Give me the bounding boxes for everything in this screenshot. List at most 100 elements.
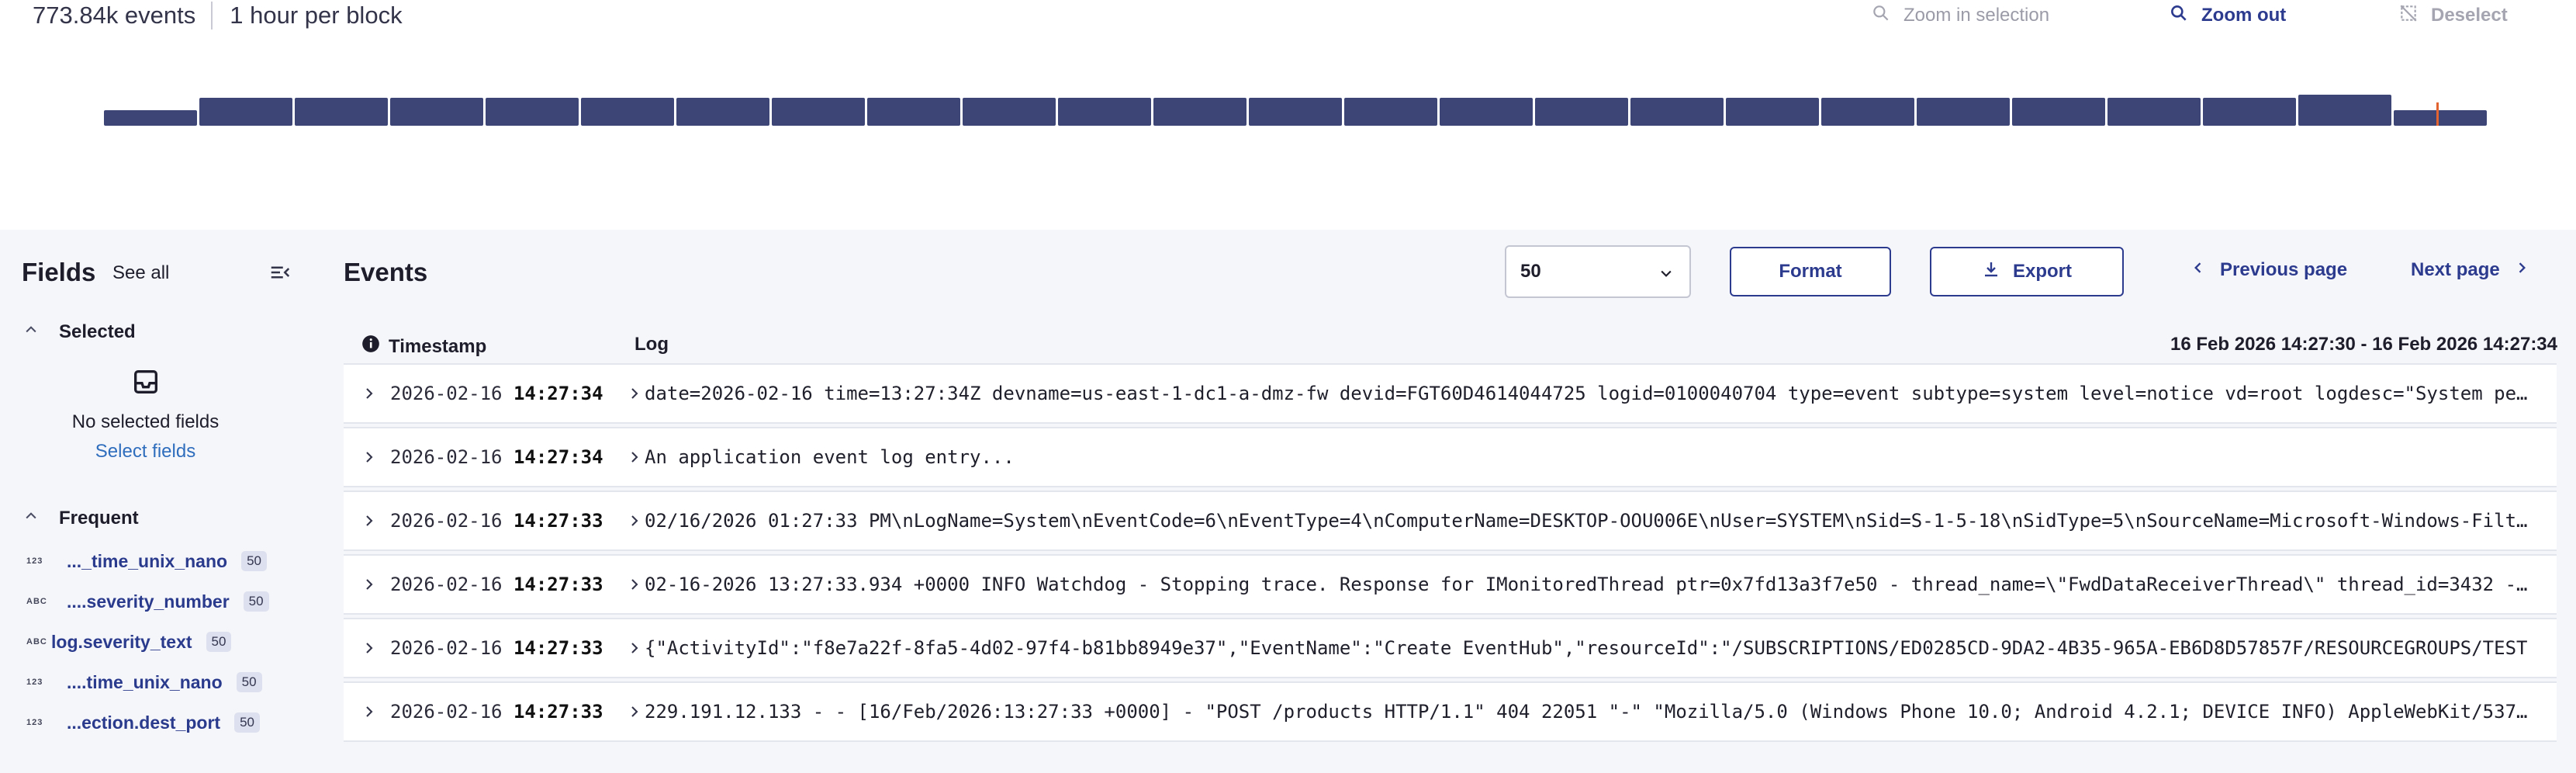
fields-sidebar: Fields See all Selected No selected fiel… [0,230,310,773]
export-label: Export [2012,261,2072,282]
field-name: ..._time_unix_nano [67,550,228,571]
no-selected-fields-text: No selected fields [71,411,220,432]
event-timestamp: 2026-02-16 14:27:34 [381,383,624,404]
event-row[interactable]: 2026-02-16 14:27:34 An application event … [344,427,2557,487]
histogram-block[interactable] [772,98,865,126]
histogram-block[interactable] [2394,110,2487,126]
export-button[interactable]: Export [1930,247,2124,296]
histogram-block[interactable] [867,98,960,126]
expand-row-icon[interactable] [344,641,381,655]
summary-divider [211,2,213,29]
histogram-block[interactable] [486,98,579,126]
field-count-badge: 50 [236,672,262,692]
event-row[interactable]: 2026-02-16 14:27:33 02-16-2026 13:27:33.9… [344,554,2557,615]
zoom-out-button[interactable]: Zoom out [2169,2,2286,29]
event-row[interactable]: 2026-02-16 14:27:33 02/16/2026 01:27:33 P… [344,490,2557,551]
see-all-link[interactable]: See all [112,262,169,284]
event-row[interactable]: 2026-02-16 14:27:33 {"ActivityId":"f8e7a2… [344,618,2557,678]
field-name: ....severity_number [67,591,230,612]
expand-log-icon[interactable] [624,577,645,591]
histogram-cursor [2436,102,2439,126]
next-page-label: Next page [2411,259,2500,280]
histogram-block[interactable] [1344,98,1437,126]
frequent-section-toggle[interactable]: Frequent [23,508,139,529]
event-log-text: 02/16/2026 01:27:33 PM\nLogName=System\n… [645,510,2539,532]
format-label: Format [1779,261,1842,282]
event-log-text: 02-16-2026 13:27:33.934 +0000 INFO Watch… [645,574,2557,595]
page-size-select[interactable]: 50 [1505,245,1691,298]
field-name: ....time_unix_nano [67,671,223,692]
histogram-block[interactable] [104,110,197,126]
histogram-block[interactable] [1821,98,1914,126]
event-log-text: date=2026-02-16 time=13:27:34Z devname=u… [645,383,2557,404]
field-name: ...ection.dest_port [67,712,221,733]
expand-log-icon[interactable] [624,641,645,655]
timestamp-column-header[interactable]: Timestamp [361,334,486,359]
histogram-block[interactable] [2107,98,2201,126]
expand-log-icon[interactable] [624,514,645,528]
field-item[interactable]: 123 ..._time_unix_nano 50 [26,548,267,574]
zoom-in-label: Zoom in selection [1903,5,2050,26]
histogram-block[interactable] [581,98,674,126]
next-page-button[interactable]: Next page [2411,259,2529,281]
histogram-block[interactable] [1249,98,1342,126]
field-item[interactable]: ABC ....severity_number 50 [26,588,269,615]
deselect-label: Deselect [2431,5,2508,26]
histogram-panel: 773.84k events 1 hour per block Zoom in … [0,0,2576,230]
expand-row-icon[interactable] [344,577,381,591]
expand-row-icon[interactable] [344,450,381,464]
selected-section-toggle[interactable]: Selected [23,321,136,343]
field-type-badge: ABC [26,597,47,606]
histogram-block[interactable] [1726,98,1819,126]
chevron-up-icon [23,321,39,343]
histogram-block[interactable] [390,98,483,126]
event-timestamp: 2026-02-16 14:27:33 [381,701,624,723]
field-type-badge: 123 [26,678,43,687]
histogram-block[interactable] [199,98,292,126]
expand-log-icon[interactable] [624,705,645,719]
field-item[interactable]: 123 ...ection.dest_port 50 [26,709,261,736]
previous-page-button[interactable]: Previous page [2190,259,2347,281]
expand-log-icon[interactable] [624,386,645,400]
expand-row-icon[interactable] [344,514,381,528]
zoom-out-label: Zoom out [2201,5,2287,26]
event-row[interactable]: 2026-02-16 14:27:34 date=2026-02-16 time=… [344,363,2557,424]
time-range: 16 Feb 2026 14:27:30 - 16 Feb 2026 14:27… [2170,334,2557,355]
format-button[interactable]: Format [1730,247,1891,296]
histogram-block[interactable] [1535,98,1628,126]
histogram-block[interactable] [2012,98,2105,126]
field-count-badge: 50 [234,712,261,733]
event-timestamp: 2026-02-16 14:27:33 [381,637,624,659]
event-date: 2026-02-16 [390,510,503,532]
event-time: 14:27:34 [513,383,603,404]
field-item[interactable]: ABC log.severity_text 50 [26,629,232,655]
frequent-section-label: Frequent [59,508,139,529]
expand-log-icon[interactable] [624,450,645,464]
deselect-button[interactable]: Deselect [2398,2,2508,29]
expand-row-icon[interactable] [344,386,381,400]
histogram-block[interactable] [1630,98,1724,126]
histogram-block[interactable] [2298,95,2391,126]
histogram-block[interactable] [963,98,1056,126]
histogram-block[interactable] [676,98,769,126]
histogram-block[interactable] [2203,98,2296,126]
field-item[interactable]: 123 ....time_unix_nano 50 [26,669,262,695]
event-log-text: An application event log entry... [645,446,1015,468]
histogram-block[interactable] [1440,98,1533,126]
histogram-block[interactable] [1153,98,1247,126]
event-timestamp: 2026-02-16 14:27:33 [381,510,624,532]
histogram-block[interactable] [1058,98,1151,126]
event-histogram[interactable] [104,92,2487,126]
select-fields-link[interactable]: Select fields [0,441,291,463]
event-log-text: 229.191.12.133 - - [16/Feb/2026:13:27:33… [645,701,2550,723]
histogram-block[interactable] [1917,98,2010,126]
event-date: 2026-02-16 [390,637,503,659]
event-time: 14:27:33 [513,701,603,723]
zoom-in-selection-button[interactable]: Zoom in selection [1871,2,2049,29]
event-row[interactable]: 2026-02-16 14:27:33 229.191.12.133 - - [1… [344,681,2557,742]
expand-row-icon[interactable] [344,705,381,719]
fields-title: Fields [22,258,96,286]
event-date: 2026-02-16 [390,383,503,404]
collapse-sidebar-icon[interactable] [268,261,292,284]
histogram-block[interactable] [295,98,388,126]
